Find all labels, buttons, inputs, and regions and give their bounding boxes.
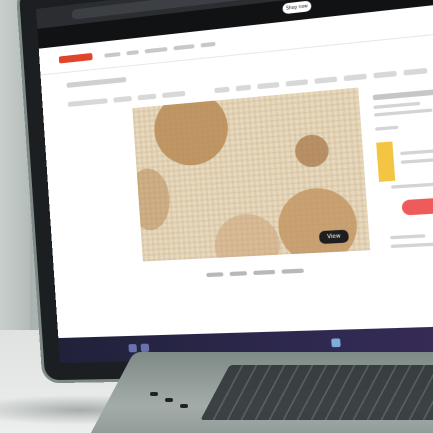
product-detail-line bbox=[390, 234, 426, 240]
laptop-port bbox=[165, 398, 173, 402]
category-tab[interactable] bbox=[403, 67, 428, 76]
product-title bbox=[372, 88, 433, 101]
taskbar-app-icon[interactable] bbox=[140, 343, 150, 353]
view-in-room-button[interactable]: View bbox=[318, 229, 350, 245]
taskbar-app-icon[interactable] bbox=[128, 343, 138, 353]
product-detail-line bbox=[400, 156, 433, 164]
category-tab[interactable] bbox=[343, 73, 367, 82]
color-swatch[interactable] bbox=[376, 141, 396, 182]
category-tab[interactable] bbox=[214, 86, 230, 94]
category-tab[interactable] bbox=[137, 93, 157, 101]
laptop-keyboard bbox=[200, 365, 433, 420]
laptop-port bbox=[180, 404, 188, 408]
product-detail-line bbox=[390, 242, 433, 249]
product-detail-line bbox=[373, 101, 421, 110]
category-tab[interactable] bbox=[67, 98, 108, 107]
image-action[interactable] bbox=[229, 271, 248, 277]
category-tab[interactable] bbox=[235, 84, 252, 92]
breadcrumb[interactable] bbox=[66, 76, 127, 88]
category-tab[interactable] bbox=[162, 90, 186, 99]
product-detail-line bbox=[400, 146, 433, 156]
category-tab[interactable] bbox=[257, 81, 280, 90]
laptop-screen: Shop now View bbox=[36, 0, 433, 364]
image-action[interactable] bbox=[253, 269, 276, 276]
add-to-cart-button[interactable] bbox=[401, 195, 433, 216]
image-action[interactable] bbox=[206, 272, 224, 278]
laptop-port bbox=[150, 392, 158, 396]
product-detail-line bbox=[375, 125, 399, 131]
image-action[interactable] bbox=[281, 268, 304, 274]
category-tab[interactable] bbox=[314, 76, 338, 84]
category-tab[interactable] bbox=[113, 95, 132, 103]
category-tab[interactable] bbox=[285, 79, 309, 87]
product-detail-line bbox=[373, 108, 433, 117]
category-tab[interactable] bbox=[373, 70, 397, 79]
product-detail-line bbox=[390, 180, 433, 189]
taskbar-app-icon[interactable] bbox=[331, 338, 341, 348]
photo-scene: Shop now View bbox=[0, 0, 433, 433]
